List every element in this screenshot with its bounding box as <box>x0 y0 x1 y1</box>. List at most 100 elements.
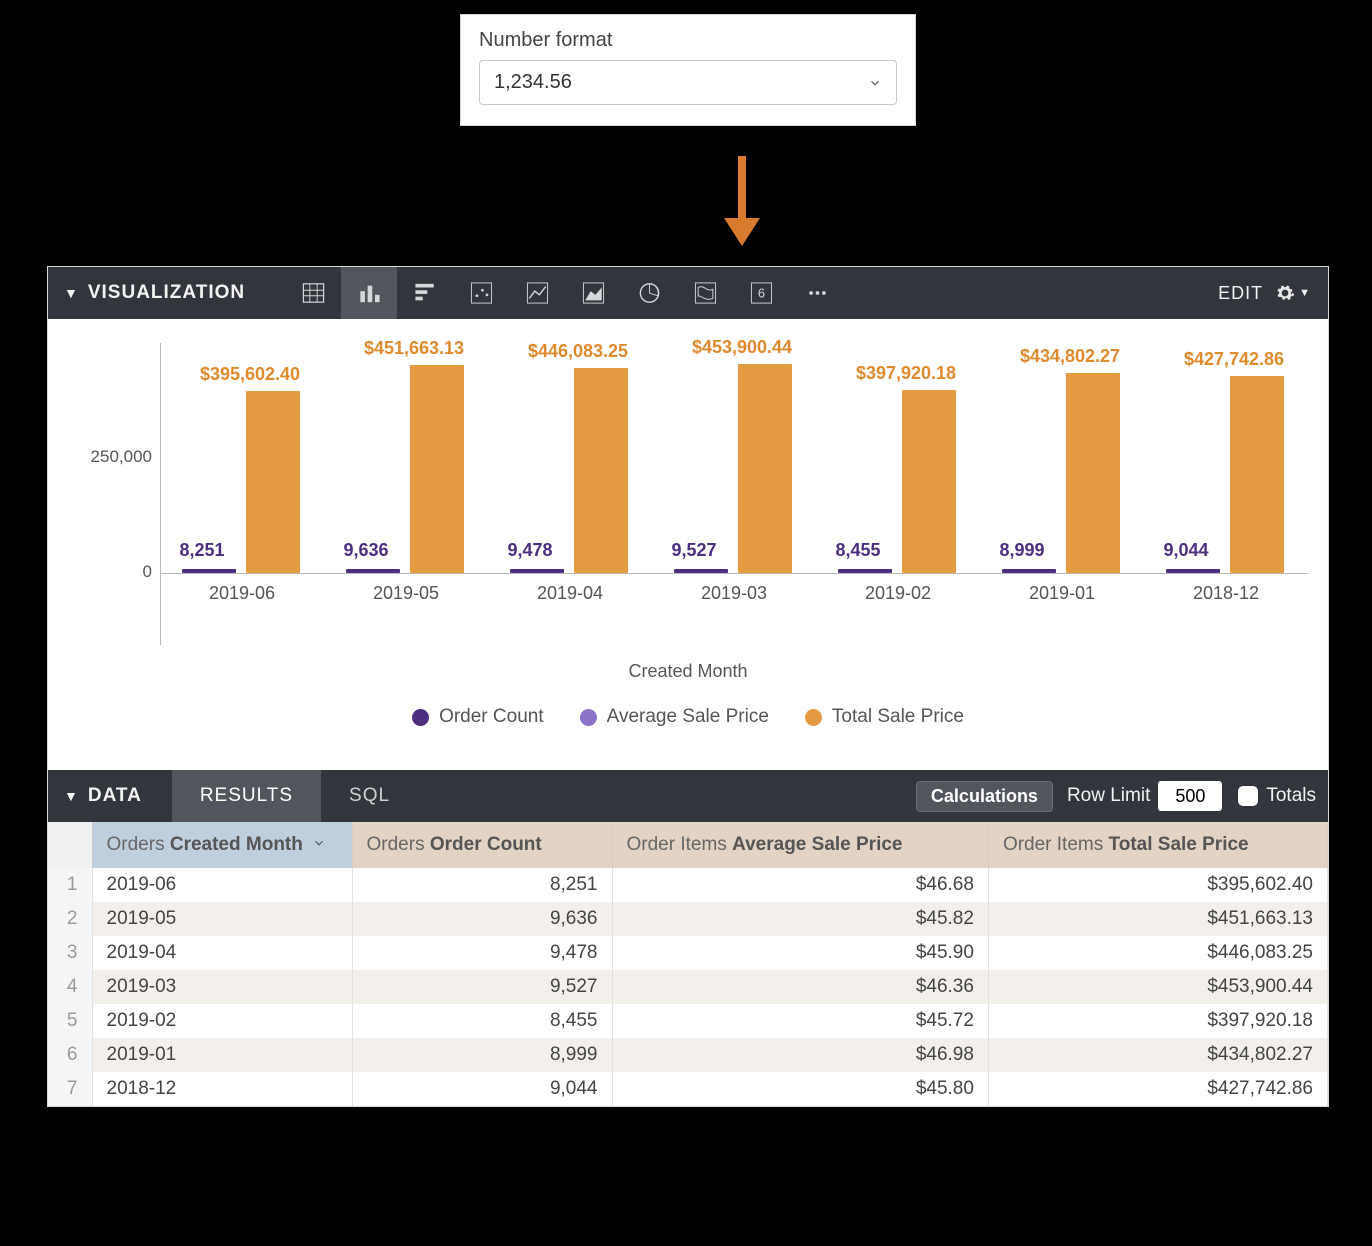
column-header-order-count[interactable]: Orders Order Count <box>352 822 612 868</box>
bar-label-total-sale: $434,802.27 <box>1000 346 1140 367</box>
legend-swatch <box>805 709 822 726</box>
chevron-down-icon <box>868 76 882 90</box>
viz-type-map-icon[interactable] <box>677 267 733 319</box>
cell-total-sale-price: $453,900.44 <box>988 970 1327 1004</box>
x-tick-label: 2019-06 <box>160 583 324 604</box>
column-header-avg-sale-price[interactable]: Order Items Average Sale Price <box>612 822 988 868</box>
table-row[interactable]: 72018-129,044$45.80$427,742.86 <box>48 1072 1328 1106</box>
bar-total-sale[interactable] <box>1230 376 1284 573</box>
row-index: 4 <box>48 970 92 1004</box>
edit-button[interactable]: EDIT <box>1218 283 1263 304</box>
viz-type-more-icon[interactable] <box>789 267 845 319</box>
number-format-value: 1,234.56 <box>494 71 572 94</box>
legend-swatch <box>412 709 429 726</box>
chart-area: 250,00008,251$395,602.409,636$451,663.13… <box>48 319 1328 770</box>
bar-order-count[interactable] <box>674 569 728 573</box>
cell-order-count: 9,636 <box>352 902 612 936</box>
cell-order-count: 9,044 <box>352 1072 612 1106</box>
visualization-title: VISUALIZATION <box>88 282 245 304</box>
cell-order-count: 9,478 <box>352 936 612 970</box>
row-index: 7 <box>48 1072 92 1106</box>
data-header: ▼ DATA RESULTS SQL Calculations Row Limi… <box>48 770 1328 822</box>
cell-total-sale-price: $434,802.27 <box>988 1038 1327 1072</box>
svg-text:6: 6 <box>758 286 765 301</box>
bar-total-sale[interactable] <box>902 390 956 573</box>
row-index: 2 <box>48 902 92 936</box>
cell-avg-sale-price: $45.82 <box>612 902 988 936</box>
cell-total-sale-price: $397,920.18 <box>988 1004 1327 1038</box>
viz-type-bar-icon[interactable] <box>397 267 453 319</box>
row-index: 6 <box>48 1038 92 1072</box>
cell-created-month: 2019-06 <box>92 868 352 902</box>
explore-panel: ▼ VISUALIZATION 6 EDIT ▼ <box>47 266 1329 1107</box>
x-tick-label: 2019-05 <box>324 583 488 604</box>
collapse-icon[interactable]: ▼ <box>64 285 78 301</box>
bar-order-count[interactable] <box>510 569 564 573</box>
bar-order-count[interactable] <box>1166 569 1220 573</box>
calculations-button[interactable]: Calculations <box>916 781 1053 812</box>
legend-label: Average Sale Price <box>607 706 769 728</box>
bar-order-count[interactable] <box>346 569 400 573</box>
cell-total-sale-price: $427,742.86 <box>988 1072 1327 1106</box>
cell-created-month: 2019-03 <box>92 970 352 1004</box>
bar-total-sale[interactable] <box>410 365 464 573</box>
bar-total-sale[interactable] <box>574 368 628 573</box>
table-row[interactable]: 42019-039,527$46.36$453,900.44 <box>48 970 1328 1004</box>
table-row[interactable]: 62019-018,999$46.98$434,802.27 <box>48 1038 1328 1072</box>
cell-order-count: 8,999 <box>352 1038 612 1072</box>
table-row[interactable]: 12019-068,251$46.68$395,602.40 <box>48 868 1328 902</box>
viz-type-scatter-icon[interactable] <box>453 267 509 319</box>
viz-type-pie-icon[interactable] <box>621 267 677 319</box>
bar-total-sale[interactable] <box>738 364 792 573</box>
collapse-icon[interactable]: ▼ <box>64 788 78 804</box>
legend-item[interactable]: Total Sale Price <box>805 706 964 728</box>
table-row[interactable]: 32019-049,478$45.90$446,083.25 <box>48 936 1328 970</box>
legend-item[interactable]: Average Sale Price <box>580 706 769 728</box>
viz-type-table-icon[interactable] <box>285 267 341 319</box>
number-format-label: Number format <box>479 29 897 52</box>
viz-type-area-icon[interactable] <box>565 267 621 319</box>
y-tick-label: 250,000 <box>68 447 152 467</box>
cell-avg-sale-price: $46.36 <box>612 970 988 1004</box>
table-row[interactable]: 22019-059,636$45.82$451,663.13 <box>48 902 1328 936</box>
column-header-created-month[interactable]: Orders Created Month <box>92 822 352 868</box>
cell-order-count: 8,251 <box>352 868 612 902</box>
tab-sql[interactable]: SQL <box>321 770 418 822</box>
row-index-header <box>48 822 92 868</box>
settings-button[interactable]: ▼ <box>1275 283 1310 303</box>
legend-label: Order Count <box>439 706 544 728</box>
totals-checkbox[interactable] <box>1238 786 1258 806</box>
column-header-total-sale-price[interactable]: Order Items Total Sale Price <box>988 822 1327 868</box>
y-tick-label: 0 <box>68 562 152 582</box>
row-index: 1 <box>48 868 92 902</box>
legend-item[interactable]: Order Count <box>412 706 544 728</box>
x-tick-label: 2018-12 <box>1144 583 1308 604</box>
bar-order-count[interactable] <box>1002 569 1056 573</box>
cell-created-month: 2019-04 <box>92 936 352 970</box>
x-axis-title: Created Month <box>68 661 1308 682</box>
table-row[interactable]: 52019-028,455$45.72$397,920.18 <box>48 1004 1328 1038</box>
cell-avg-sale-price: $45.72 <box>612 1004 988 1038</box>
row-limit-label: Row Limit <box>1067 785 1150 807</box>
cell-created-month: 2019-02 <box>92 1004 352 1038</box>
row-limit-input[interactable] <box>1158 781 1222 811</box>
cell-avg-sale-price: $45.80 <box>612 1072 988 1106</box>
cell-created-month: 2018-12 <box>92 1072 352 1106</box>
bar-label-total-sale: $451,663.13 <box>344 338 484 359</box>
row-index: 5 <box>48 1004 92 1038</box>
bar-order-count[interactable] <box>838 569 892 573</box>
bar-total-sale[interactable] <box>246 391 300 573</box>
cell-created-month: 2019-05 <box>92 902 352 936</box>
viz-type-line-icon[interactable] <box>509 267 565 319</box>
cell-total-sale-price: $446,083.25 <box>988 936 1327 970</box>
legend-swatch <box>580 709 597 726</box>
x-tick-label: 2019-03 <box>652 583 816 604</box>
bar-order-count[interactable] <box>182 569 236 573</box>
x-tick-label: 2019-04 <box>488 583 652 604</box>
viz-type-single-icon[interactable]: 6 <box>733 267 789 319</box>
tab-results[interactable]: RESULTS <box>172 770 321 822</box>
viz-type-column-icon[interactable] <box>341 267 397 319</box>
number-format-panel: Number format 1,234.56 <box>460 14 916 126</box>
bar-total-sale[interactable] <box>1066 373 1120 573</box>
number-format-select[interactable]: 1,234.56 <box>479 60 897 105</box>
